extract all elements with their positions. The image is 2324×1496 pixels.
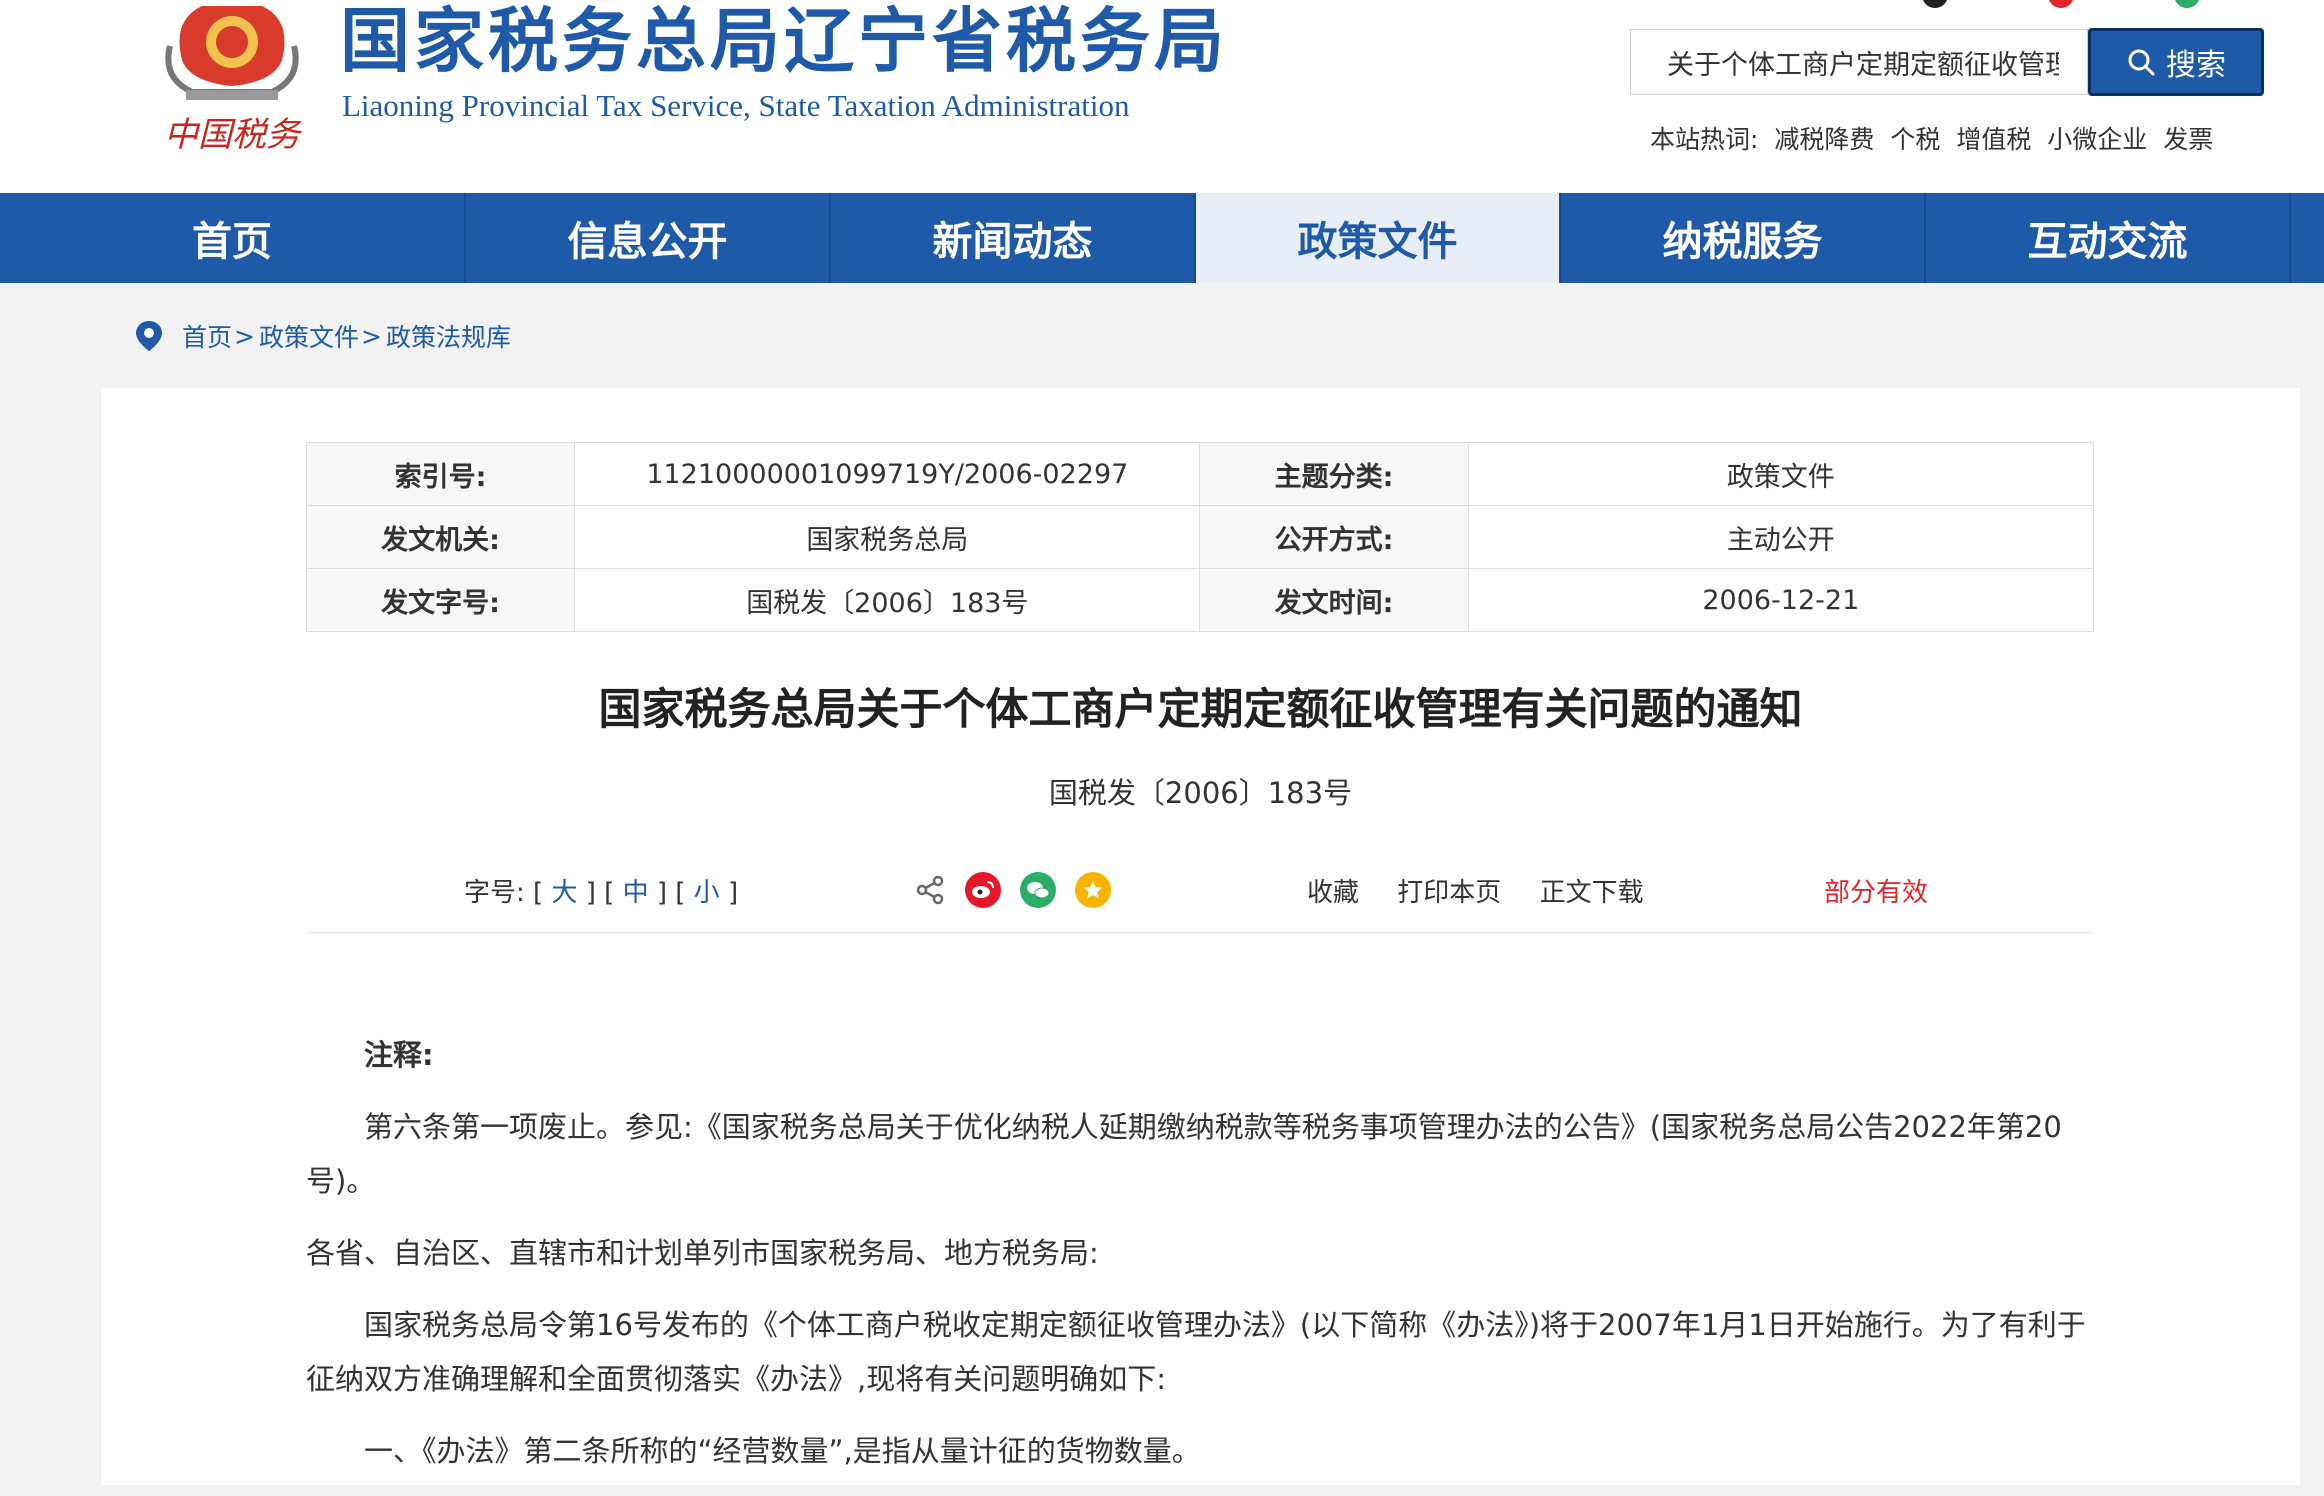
content-panel: 索引号: 11210000001099719Y/2006-02297 主题分类:… [101, 388, 2300, 1485]
meta-docno-label: 发文字号: [305, 568, 576, 632]
validity-status: 部分有效 [1824, 878, 1929, 908]
hot-word[interactable]: 增值税 [1956, 125, 2031, 154]
nav-item-info-disclosure[interactable]: 信息公开 [466, 193, 831, 283]
weibo-share-icon[interactable] [965, 872, 1001, 908]
breadcrumb-separator: > [234, 321, 255, 351]
search-button[interactable]: 搜索 [2088, 28, 2264, 96]
wechat-icon [1027, 882, 1050, 899]
main-nav: 首页 信息公开 新闻动态 政策文件 纳税服务 互动交流 [0, 193, 2324, 283]
font-size-large-link[interactable]: 大 [551, 878, 577, 908]
search-box [1630, 29, 2088, 95]
nav-item-policy[interactable]: 政策文件 [1196, 193, 1561, 283]
nav-item-news[interactable]: 新闻动态 [831, 193, 1196, 283]
share-icon[interactable] [914, 874, 946, 906]
weibo-icon [972, 881, 994, 898]
breadcrumb-home[interactable]: 首页 [182, 318, 232, 354]
nav-item-home[interactable]: 首页 [0, 193, 466, 283]
meta-issuer-label: 发文机关: [305, 505, 576, 569]
top-circle-dark-icon[interactable] [1922, 0, 1948, 8]
nav-item-interaction[interactable]: 互动交流 [1926, 193, 2291, 283]
svg-text:中国税务: 中国税务 [164, 115, 303, 155]
meta-index-value: 11210000001099719Y/2006-02297 [574, 442, 1201, 506]
note-paragraph: 第六条第一项废止。参见:《国家税务总局关于优化纳税人延期缴纳税款等税务事项管理办… [306, 1110, 2062, 1198]
hot-word[interactable]: 个税 [1890, 125, 1940, 154]
location-pin-icon [136, 321, 162, 351]
breadcrumb-separator: > [360, 321, 382, 351]
meta-index-label: 索引号: [305, 442, 576, 506]
meta-docno-value: 国税发〔2006〕183号 [574, 568, 1201, 632]
star-icon [1083, 881, 1103, 899]
font-size-label: 字号: [464, 878, 525, 908]
search-input[interactable] [1631, 30, 2087, 94]
collect-link[interactable]: 收藏 [1307, 878, 1359, 908]
favorite-star-icon[interactable] [1075, 872, 1111, 908]
breadcrumb-policy[interactable]: 政策文件 [259, 318, 359, 354]
article-toolbar: 字号: [ 大 ] [ 中 ] [ 小 ] 收藏 打印本页 正文下载 部分有效 [306, 872, 2094, 933]
site-title-cn[interactable]: 国家税务总局辽宁省税务局 [340, 0, 1228, 86]
meta-issuer-value: 国家税务总局 [574, 505, 1201, 569]
download-link[interactable]: 正文下载 [1540, 878, 1644, 908]
meta-disclosure-value: 主动公开 [1467, 505, 2095, 569]
share-bar [914, 872, 1111, 908]
body-paragraph: 国家税务总局令第16号发布的《个体工商户税收定期定额征收管理办法》(以下简称《办… [306, 1308, 2086, 1396]
site-header: 中国税务 国家税务总局辽宁省税务局 Liaoning Provincial Ta… [0, 0, 2324, 193]
hot-word[interactable]: 减税降费 [1774, 125, 1874, 154]
search-icon [2128, 49, 2155, 76]
wechat-share-icon[interactable] [1020, 872, 1056, 908]
font-size-medium-link[interactable]: 中 [623, 878, 649, 908]
article-actions: 收藏 打印本页 正文下载 [1307, 872, 1674, 909]
site-title-en: Liaoning Provincial Tax Service, State T… [342, 88, 1130, 123]
font-size-small-link[interactable]: 小 [694, 878, 720, 908]
document-title: 国家税务总局关于个体工商户定期定额征收管理有关问题的通知 [598, 685, 1803, 735]
hot-word[interactable]: 小微企业 [2047, 125, 2147, 154]
top-circle-red-icon[interactable] [2048, 0, 2074, 8]
article-body: 注释: 第六条第一项废止。参见:《国家税务总局关于优化纳税人延期缴纳税款等税务事… [306, 1028, 2096, 1496]
meta-topic-label: 主题分类: [1199, 442, 1469, 506]
salutation-paragraph: 各省、自治区、直辖市和计划单列市国家税务局、地方税务局: [306, 1236, 1099, 1270]
note-heading: 注释: [364, 1038, 434, 1072]
nav-item-tax-service[interactable]: 纳税服务 [1561, 193, 1926, 283]
hot-words: 本站热词: 减税降费 个税 增值税 小微企业 发票 [1650, 120, 2221, 156]
search-button-label: 搜索 [2166, 48, 2226, 83]
document-number: 国税发〔2006〕183号 [1048, 776, 1353, 810]
hot-word[interactable]: 发票 [2163, 125, 2213, 154]
meta-date-value: 2006-12-21 [1467, 568, 2095, 632]
tax-emblem-logo[interactable]: 中国税务 [152, 0, 312, 160]
meta-disclosure-label: 公开方式: [1199, 505, 1469, 569]
meta-date-label: 发文时间: [1199, 568, 1469, 632]
breadcrumb-policy-library[interactable]: 政策法规库 [386, 318, 511, 354]
document-meta-table: 索引号: 11210000001099719Y/2006-02297 主题分类:… [305, 442, 2095, 632]
hot-words-label: 本站热词: [1650, 125, 1759, 154]
body-paragraph: 一、《办法》第二条所称的“经营数量”,是指从量计征的货物数量。 [364, 1434, 1201, 1468]
font-size-switcher: 字号: [ 大 ] [ 中 ] [ 小 ] [464, 878, 739, 908]
print-link[interactable]: 打印本页 [1397, 878, 1501, 908]
top-circle-green-icon[interactable] [2174, 0, 2200, 8]
breadcrumb: 首页 > 政策文件 > 政策法规库 [134, 318, 511, 354]
meta-topic-value: 政策文件 [1467, 442, 2095, 506]
